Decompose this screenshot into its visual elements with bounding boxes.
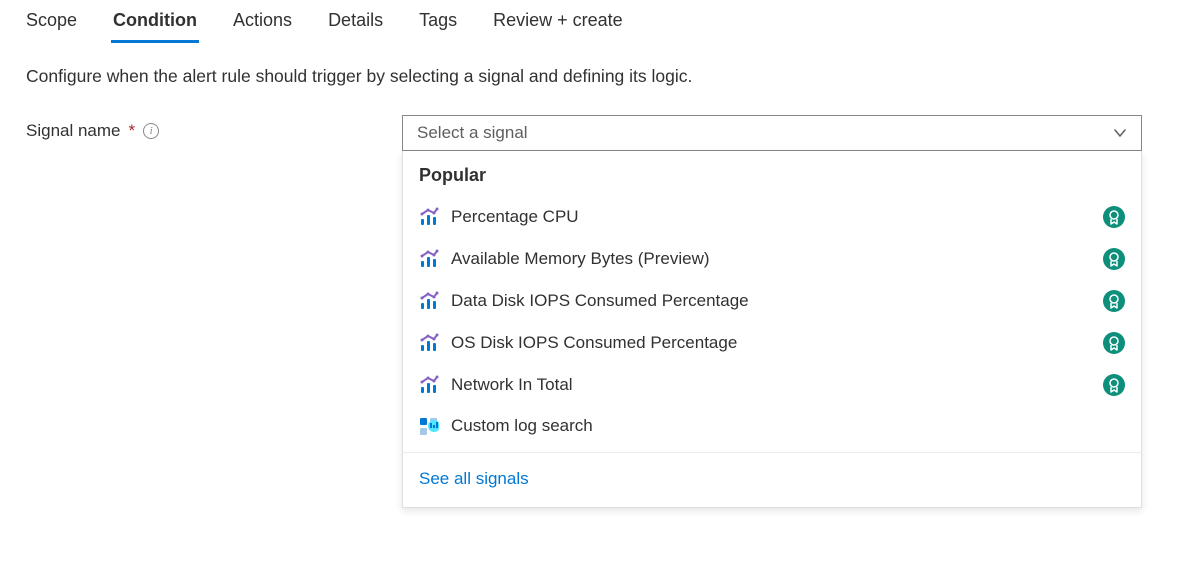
signal-item-percentage-cpu[interactable]: Percentage CPU	[403, 196, 1141, 238]
signal-name-label-text: Signal name	[26, 121, 121, 141]
recommended-badge-icon	[1103, 374, 1125, 396]
tab-tags[interactable]: Tags	[419, 10, 457, 41]
signal-item-label: Custom log search	[451, 416, 593, 436]
signal-item-available-memory-bytes[interactable]: Available Memory Bytes (Preview)	[403, 238, 1141, 280]
metric-icon	[419, 249, 439, 269]
recommended-badge-icon	[1103, 290, 1125, 312]
signal-item-custom-log-search[interactable]: Custom log search	[403, 406, 1141, 446]
signal-select-placeholder: Select a signal	[417, 123, 528, 143]
signal-item-label: Data Disk IOPS Consumed Percentage	[451, 291, 749, 311]
recommended-badge-icon	[1103, 248, 1125, 270]
description-text: Configure when the alert rule should tri…	[0, 42, 1180, 115]
metric-icon	[419, 207, 439, 227]
signal-item-label: Available Memory Bytes (Preview)	[451, 249, 710, 269]
signal-item-network-in-total[interactable]: Network In Total	[403, 364, 1141, 406]
metric-icon	[419, 333, 439, 353]
tab-condition[interactable]: Condition	[113, 10, 197, 41]
tab-details[interactable]: Details	[328, 10, 383, 41]
recommended-badge-icon	[1103, 206, 1125, 228]
chevron-down-icon	[1113, 126, 1127, 140]
metric-icon	[419, 375, 439, 395]
required-indicator: *	[129, 121, 136, 141]
tab-bar: Scope Condition Actions Details Tags Rev…	[0, 0, 1180, 42]
signal-dropdown: Popular Percentage CPU Available Memory …	[402, 151, 1142, 508]
dropdown-section-header: Popular	[403, 151, 1141, 196]
signal-item-os-disk-iops[interactable]: OS Disk IOPS Consumed Percentage	[403, 322, 1141, 364]
recommended-badge-icon	[1103, 332, 1125, 354]
signal-item-label: OS Disk IOPS Consumed Percentage	[451, 333, 737, 353]
signal-item-label: Percentage CPU	[451, 207, 579, 227]
metric-icon	[419, 291, 439, 311]
log-search-icon	[419, 416, 439, 436]
tab-review-create[interactable]: Review + create	[493, 10, 623, 41]
see-all-signals-link[interactable]: See all signals	[403, 453, 1141, 507]
tab-actions[interactable]: Actions	[233, 10, 292, 41]
signal-item-label: Network In Total	[451, 375, 573, 395]
signal-name-label: Signal name * i	[26, 115, 402, 141]
signal-select[interactable]: Select a signal	[402, 115, 1142, 151]
tab-scope[interactable]: Scope	[26, 10, 77, 41]
info-icon[interactable]: i	[143, 123, 159, 139]
signal-item-data-disk-iops[interactable]: Data Disk IOPS Consumed Percentage	[403, 280, 1141, 322]
